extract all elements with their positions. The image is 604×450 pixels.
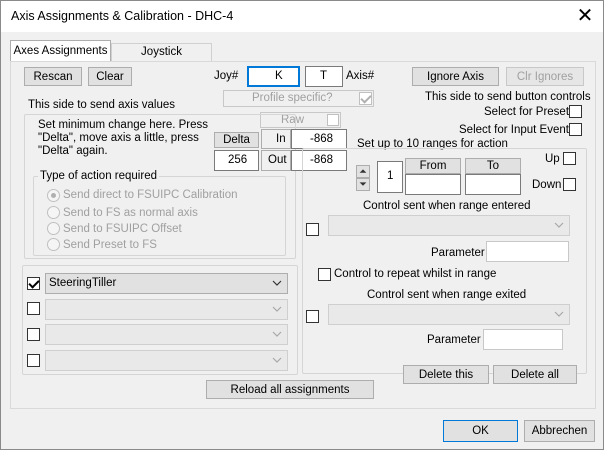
repeat-checkbox[interactable]: [318, 268, 331, 281]
chevron-down-icon: [272, 357, 282, 363]
in-value-field: -868: [291, 129, 347, 149]
axis-value: T: [320, 70, 328, 82]
parameter-field[interactable]: [486, 241, 569, 262]
clear-button[interactable]: Clear: [88, 67, 132, 86]
range-number-field[interactable]: 1: [377, 161, 403, 193]
profile-specific-label: Profile specific?: [252, 92, 333, 104]
delta-value-field[interactable]: 256: [214, 150, 259, 171]
tab-label: Axes Assignments: [13, 45, 108, 57]
in-value: -868: [310, 133, 334, 145]
ok-button[interactable]: OK: [443, 420, 518, 442]
title-bar: Axis Assignments & Calibration - DHC-4 ✕: [1, 1, 603, 32]
select-preset-label: Select for Preset: [484, 106, 570, 118]
assignment-1-checkbox[interactable]: [27, 277, 40, 290]
joy-number-field[interactable]: K: [247, 66, 300, 87]
chevron-down-icon: [272, 306, 282, 312]
radio-send-offset-label: Send to FSUIPC Offset: [63, 223, 182, 235]
control-exited-dropdown[interactable]: [328, 304, 570, 325]
axis-label: Axis#: [346, 70, 375, 82]
radio-send-preset-label: Send Preset to FS: [63, 239, 157, 251]
assignment-4-dropdown[interactable]: [45, 350, 288, 371]
radio-send-preset[interactable]: [47, 238, 60, 251]
chevron-down-icon: [554, 311, 564, 317]
delete-all-button[interactable]: Delete all: [493, 365, 577, 384]
joy-value: K: [275, 70, 283, 82]
repeat-label: Control to repeat whilst in range: [334, 268, 497, 280]
tab-joystick-calibration[interactable]: Joystick Calibration: [111, 43, 212, 75]
up-checkbox[interactable]: [563, 152, 576, 165]
reload-all-button[interactable]: Reload all assignments: [206, 380, 374, 399]
caret-up-icon: [359, 169, 367, 173]
joy-label: Joy#: [214, 70, 239, 82]
axis-number-field[interactable]: T: [305, 66, 343, 87]
select-input-event-label: Select for Input Event: [459, 124, 569, 136]
range-down-spin[interactable]: [356, 178, 370, 191]
control-exited-label: Control sent when range exited: [367, 289, 527, 301]
clr-ignores-button[interactable]: Clr Ignores: [506, 67, 584, 86]
chevron-down-icon: [272, 331, 282, 337]
range-up-spin[interactable]: [356, 165, 370, 178]
radio-send-direct[interactable]: [47, 189, 60, 202]
delete-this-button[interactable]: Delete this: [403, 365, 489, 384]
right-side-label: This side to send button controls: [425, 91, 591, 103]
in-label-box: In: [261, 129, 291, 149]
to-value-field[interactable]: [465, 174, 521, 195]
radio-send-fs-axis[interactable]: [47, 206, 60, 219]
up-label: Up: [545, 153, 560, 165]
in-label: In: [276, 133, 286, 145]
ignore-axis-button[interactable]: Ignore Axis: [412, 67, 499, 86]
assignment-3-dropdown[interactable]: [45, 324, 288, 345]
parameter2-label: Parameter: [427, 334, 481, 346]
control-entered-checkbox[interactable]: [306, 223, 319, 236]
out-label-box: Out: [261, 150, 291, 171]
from-value-field[interactable]: [405, 174, 461, 195]
caret-down-icon: [359, 182, 367, 186]
assignment-2-dropdown[interactable]: [45, 299, 288, 320]
chevron-down-icon: [272, 280, 282, 286]
assignment-4-checkbox[interactable]: [27, 354, 40, 367]
tab-axes-assignments[interactable]: Axes Assignments: [10, 40, 111, 62]
assignment-1-dropdown[interactable]: SteeringTiller: [45, 273, 288, 294]
profile-specific-check-icon: [359, 92, 372, 105]
control-exited-checkbox[interactable]: [306, 310, 319, 323]
min-change-text: Set minimum change here. Press "Delta", …: [38, 119, 209, 157]
assignment-3-checkbox[interactable]: [27, 328, 40, 341]
to-button[interactable]: To: [465, 158, 521, 174]
range-number: 1: [387, 170, 394, 182]
down-label: Down: [532, 179, 562, 191]
control-entered-dropdown[interactable]: [328, 215, 570, 236]
cancel-button[interactable]: Abbrechen: [524, 420, 595, 442]
radio-send-direct-label: Send direct to FSUIPC Calibration: [63, 189, 238, 201]
assignment-1-value: SteeringTiller: [49, 277, 117, 289]
down-checkbox[interactable]: [563, 178, 576, 191]
left-side-label: This side to send axis values: [28, 99, 176, 111]
select-input-event-checkbox[interactable]: [569, 123, 582, 136]
action-type-label: Type of action required: [38, 170, 159, 182]
chevron-down-icon: [554, 222, 564, 228]
delta-button[interactable]: Delta: [214, 132, 259, 148]
close-icon[interactable]: ✕: [567, 1, 603, 32]
delta-value: 256: [228, 154, 248, 166]
out-label: Out: [268, 154, 287, 166]
rescan-button[interactable]: Rescan: [24, 67, 82, 86]
raw-check-icon: [327, 114, 339, 126]
from-button[interactable]: From: [405, 158, 461, 174]
radio-send-fs-axis-label: Send to FS as normal axis: [63, 207, 198, 219]
parameter2-field[interactable]: [483, 329, 563, 350]
parameter-label: Parameter: [431, 247, 485, 259]
control-entered-label: Control sent when range entered: [363, 200, 531, 212]
select-preset-checkbox[interactable]: [569, 105, 582, 118]
assignment-2-checkbox[interactable]: [27, 302, 40, 315]
window-title: Axis Assignments & Calibration - DHC-4: [11, 9, 234, 23]
profile-specific-checkbox[interactable]: Profile specific?: [223, 90, 374, 107]
radio-send-offset[interactable]: [47, 222, 60, 235]
dialog-window: Axis Assignments & Calibration - DHC-4 ✕…: [0, 0, 604, 450]
